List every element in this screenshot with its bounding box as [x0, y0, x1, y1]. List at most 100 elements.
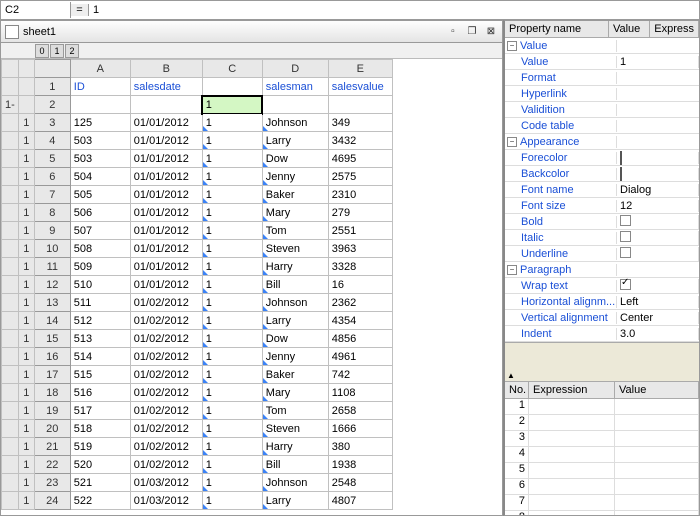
cell[interactable]: 01/02/2012	[130, 384, 202, 402]
cell[interactable]: salesdate	[130, 78, 202, 96]
cell[interactable]: Larry	[262, 492, 328, 510]
cell[interactable]: Baker	[262, 186, 328, 204]
cell[interactable]: 125	[70, 114, 130, 132]
outline-toggle[interactable]	[2, 330, 19, 348]
cell[interactable]: Mary	[262, 384, 328, 402]
outline-toggle[interactable]	[2, 402, 19, 420]
row-header[interactable]: 22	[34, 456, 70, 474]
cell[interactable]: salesman	[262, 78, 328, 96]
row-header[interactable]: 2	[34, 96, 70, 114]
cell[interactable]: 2551	[328, 222, 392, 240]
prop-group[interactable]: −Value	[505, 40, 617, 52]
row-header[interactable]: 9	[34, 222, 70, 240]
cell[interactable]: Steven	[262, 420, 328, 438]
column-header-A[interactable]: A	[70, 60, 130, 78]
cell[interactable]: 514	[70, 348, 130, 366]
cell[interactable]: 01/02/2012	[130, 420, 202, 438]
cell[interactable]	[130, 96, 202, 114]
cell[interactable]: 2310	[328, 186, 392, 204]
outline-toggle[interactable]	[2, 492, 19, 510]
cell[interactable]: 507	[70, 222, 130, 240]
cell[interactable]: Steven	[262, 240, 328, 258]
prop-group[interactable]: −Paragraph	[505, 264, 617, 276]
cell[interactable]: 1	[202, 294, 262, 312]
row-header[interactable]: 18	[34, 384, 70, 402]
row-header[interactable]: 11	[34, 258, 70, 276]
cell[interactable]: 01/02/2012	[130, 456, 202, 474]
cell[interactable]: 2658	[328, 402, 392, 420]
cell[interactable]: Jenny	[262, 348, 328, 366]
corner-cell[interactable]	[34, 60, 70, 78]
cell[interactable]: 511	[70, 294, 130, 312]
expr-cell[interactable]	[529, 511, 615, 515]
row-header[interactable]: 21	[34, 438, 70, 456]
expr-cell[interactable]	[529, 431, 615, 446]
row-header[interactable]: 13	[34, 294, 70, 312]
outline-toggle[interactable]	[2, 384, 19, 402]
cell[interactable]: Johnson	[262, 114, 328, 132]
cell[interactable]: 1938	[328, 456, 392, 474]
collapse-icon[interactable]: −	[507, 41, 517, 51]
cell[interactable]: 522	[70, 492, 130, 510]
cell[interactable]: 1	[202, 258, 262, 276]
row-header[interactable]: 12	[34, 276, 70, 294]
cell[interactable]: 518	[70, 420, 130, 438]
cell[interactable]: 1	[202, 438, 262, 456]
cell[interactable]: 509	[70, 258, 130, 276]
cell[interactable]: Mary	[262, 204, 328, 222]
cell[interactable]: 01/02/2012	[130, 294, 202, 312]
prop-value[interactable]: 1	[620, 56, 626, 68]
cell[interactable]: 508	[70, 240, 130, 258]
minimize-icon[interactable]: ▫	[446, 25, 460, 39]
cell[interactable]: 4961	[328, 348, 392, 366]
outline-level-2[interactable]: 2	[65, 44, 79, 58]
expr-cell[interactable]	[529, 415, 615, 430]
cell[interactable]: 380	[328, 438, 392, 456]
expr-cell[interactable]	[529, 479, 615, 494]
cell[interactable]: 520	[70, 456, 130, 474]
expr-value-cell[interactable]	[615, 399, 699, 414]
column-header-D[interactable]: D	[262, 60, 328, 78]
outline-toggle[interactable]	[2, 168, 19, 186]
cell[interactable]: 3963	[328, 240, 392, 258]
column-header-C[interactable]: C	[202, 60, 262, 78]
outline-toggle[interactable]	[2, 294, 19, 312]
cell[interactable]: 1	[202, 168, 262, 186]
cell[interactable]: Jenny	[262, 168, 328, 186]
cell[interactable]: 1	[202, 384, 262, 402]
cell[interactable]: 1	[202, 402, 262, 420]
cell[interactable]: 742	[328, 366, 392, 384]
cell[interactable]	[70, 96, 130, 114]
cell[interactable]: 01/01/2012	[130, 258, 202, 276]
expr-cell[interactable]	[529, 463, 615, 478]
prop-value[interactable]: 3.0	[620, 328, 635, 340]
cell[interactable]: Johnson	[262, 294, 328, 312]
outline-toggle[interactable]	[2, 312, 19, 330]
cell[interactable]: Harry	[262, 258, 328, 276]
cell[interactable]: 01/01/2012	[130, 186, 202, 204]
row-header[interactable]: 1	[34, 78, 70, 96]
cell[interactable]: 512	[70, 312, 130, 330]
outline-toggle[interactable]: 1-	[2, 96, 19, 114]
cell[interactable]: 1108	[328, 384, 392, 402]
cell[interactable]	[202, 78, 262, 96]
cell[interactable]: 1	[202, 186, 262, 204]
cell[interactable]	[262, 96, 328, 114]
row-header[interactable]: 5	[34, 150, 70, 168]
cell[interactable]: salesvalue	[328, 78, 392, 96]
outline-toggle[interactable]	[2, 474, 19, 492]
spreadsheet-grid[interactable]: ABCDE1IDsalesdatesalesmansalesvalue1-211…	[1, 59, 502, 515]
checkbox[interactable]	[620, 215, 631, 226]
outline-toggle[interactable]	[2, 150, 19, 168]
cell[interactable]: 01/02/2012	[130, 402, 202, 420]
cell[interactable]: 3432	[328, 132, 392, 150]
row-header[interactable]: 19	[34, 402, 70, 420]
cell[interactable]: 01/01/2012	[130, 114, 202, 132]
cell[interactable]: 01/01/2012	[130, 222, 202, 240]
column-header-B[interactable]: B	[130, 60, 202, 78]
cell[interactable]: 1	[202, 420, 262, 438]
expr-value-cell[interactable]	[615, 463, 699, 478]
color-swatch[interactable]	[620, 167, 622, 181]
cell[interactable]	[328, 96, 392, 114]
cell[interactable]: 516	[70, 384, 130, 402]
